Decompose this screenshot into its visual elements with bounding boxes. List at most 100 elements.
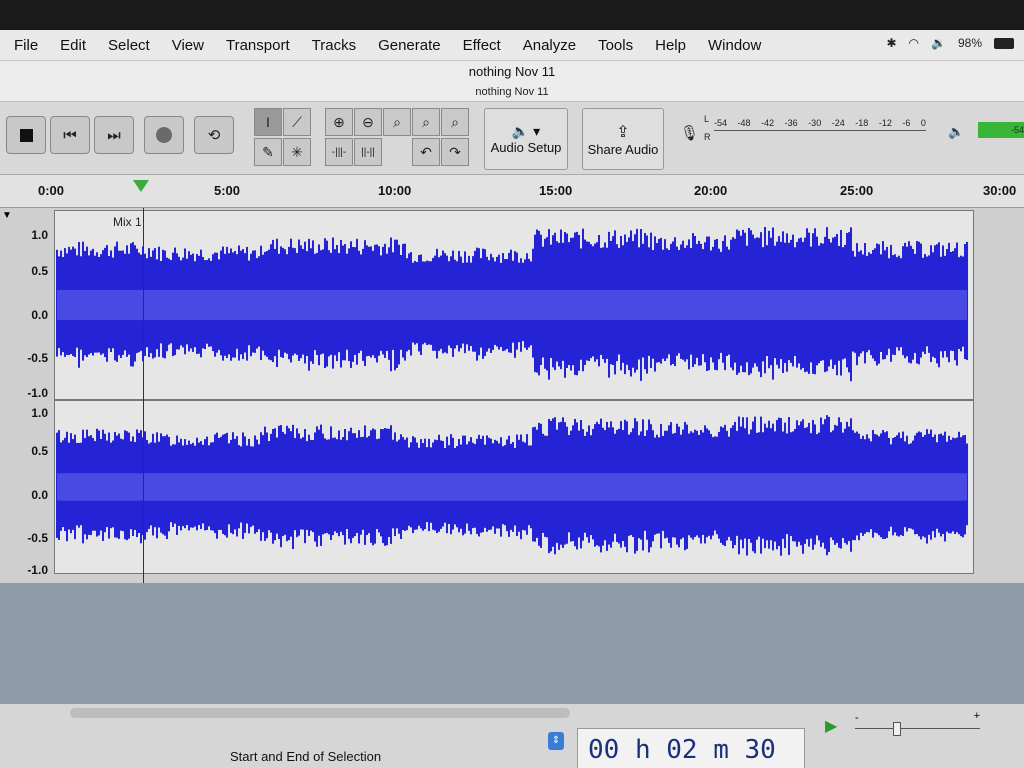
- waveform-channel-left[interactable]: Mix 1: [54, 210, 974, 400]
- skip-end-button[interactable]: ⏭: [94, 116, 134, 154]
- silence-icon: ||-||: [361, 146, 375, 158]
- menu-analyze[interactable]: Analyze: [512, 37, 587, 54]
- slider-max: +: [973, 710, 980, 722]
- menu-view[interactable]: View: [161, 37, 215, 54]
- loop-icon: ⟲: [207, 127, 221, 144]
- ruler-tick: 5:00: [214, 183, 241, 198]
- clip-name[interactable]: Mix 1: [113, 215, 142, 229]
- waveform-rms-band: [57, 473, 967, 501]
- envelope-tool[interactable]: ⟋: [283, 108, 311, 136]
- menu-generate[interactable]: Generate: [367, 37, 452, 54]
- playhead-marker[interactable]: [133, 180, 149, 192]
- redo-button[interactable]: ↷: [441, 138, 469, 166]
- zoom-out-button[interactable]: ⊖: [354, 108, 382, 136]
- undo-button[interactable]: ↶: [412, 138, 440, 166]
- meter-tick: -24: [831, 118, 845, 128]
- toolbar: ⏮ ⏭ ⟲ I ⟋ ✎ ✳ ⊕ ⊖ ⌕ ⌕ ⌕ -|||- ||-|| ↶ ↷ …: [0, 102, 1024, 175]
- axis-label: 0.0: [31, 308, 48, 322]
- menu-window[interactable]: Window: [697, 37, 772, 54]
- zoom-in-icon: ⊕: [333, 113, 345, 130]
- menu-select[interactable]: Select: [97, 37, 161, 54]
- meter-left-label: L: [704, 114, 710, 124]
- horizontal-scrollbar[interactable]: [70, 708, 570, 718]
- waveform-channel-right[interactable]: [54, 400, 974, 574]
- waveform-right: [56, 415, 968, 556]
- vertical-ruler-right: 1.0 0.5 0.0 -0.5 -1.0: [0, 398, 54, 583]
- axis-label: -0.5: [27, 531, 48, 545]
- vertical-ruler-left: 1.0 0.5 0.0 -0.5 -1.0: [0, 208, 54, 400]
- audio-setup-button[interactable]: 🔈 ▾ Audio Setup: [484, 108, 568, 170]
- time-display[interactable]: 00 h 02 m 30 s: [577, 728, 805, 768]
- bluetooth-icon[interactable]: ✱: [886, 36, 896, 50]
- empty-track-space[interactable]: [0, 583, 1024, 703]
- audacity-window: File Edit Select View Transport Tracks G…: [0, 30, 1024, 768]
- meter-tick: -54: [714, 118, 728, 128]
- track-area: ▼ 1.0 0.5 0.0 -0.5 -1.0 1.0 0.5 0.0 -0.5…: [0, 208, 1024, 583]
- stop-button[interactable]: [6, 116, 46, 154]
- undo-icon: ↶: [420, 143, 432, 160]
- trim-button[interactable]: -|||-: [325, 138, 353, 166]
- skip-start-button[interactable]: ⏮: [50, 116, 90, 154]
- menu-file[interactable]: File: [0, 37, 49, 54]
- record-button[interactable]: [144, 116, 184, 154]
- updown-icon: ⇕: [551, 735, 561, 746]
- fit-selection-button[interactable]: ⌕: [383, 108, 411, 136]
- loop-button[interactable]: ⟲: [194, 116, 234, 154]
- multi-tool[interactable]: ✳: [283, 138, 311, 166]
- redo-icon: ↷: [449, 143, 461, 160]
- share-audio-button[interactable]: ⇪ Share Audio: [582, 108, 664, 170]
- menu-tools[interactable]: Tools: [587, 37, 644, 54]
- play-at-speed-button[interactable]: ▶: [825, 716, 845, 736]
- ruler-tick: 0:00: [38, 183, 65, 198]
- wifi-icon[interactable]: ◠: [909, 36, 919, 50]
- menu-help[interactable]: Help: [644, 37, 697, 54]
- axis-label: 0.5: [31, 264, 48, 278]
- menu-tracks[interactable]: Tracks: [301, 37, 367, 54]
- menu-effect[interactable]: Effect: [452, 37, 512, 54]
- play-icon: ▶: [825, 718, 838, 735]
- axis-label: -0.5: [27, 351, 48, 365]
- zoom-selection-icon: ⌕: [393, 113, 401, 130]
- playback-speed-slider[interactable]: - +: [855, 710, 980, 736]
- battery-icon[interactable]: [994, 37, 1014, 49]
- window-title: nothing Nov 11: [468, 64, 556, 79]
- timeline-ruler[interactable]: 0:00 5:00 10:00 15:00 20:00 25:00 30:00: [0, 175, 1024, 208]
- selection-tool[interactable]: I: [254, 108, 282, 136]
- window-subtitle: nothing Nov 11: [475, 86, 549, 98]
- axis-label: 0.5: [31, 444, 48, 458]
- speaker-icon: 🔈 ▾: [511, 123, 541, 139]
- draw-tool[interactable]: ✎: [254, 138, 282, 166]
- fit-project-button[interactable]: ⌕: [412, 108, 440, 136]
- meter-tick: -18: [855, 118, 869, 128]
- axis-label: 1.0: [31, 228, 48, 242]
- meter-tick: -42: [761, 118, 775, 128]
- meter-tick: 0: [920, 118, 926, 128]
- recording-meter[interactable]: -54 -48 -42 -36 -30 -24 -18 -12 -6 0: [714, 118, 926, 131]
- selection-dropdown[interactable]: ⇕: [548, 732, 564, 750]
- playback-meter[interactable]: -54: [978, 122, 1024, 138]
- silence-button[interactable]: ||-||: [354, 138, 382, 166]
- record-icon: [156, 127, 172, 143]
- playback-meter-value: -54: [1010, 125, 1024, 135]
- menu-bar: File Edit Select View Transport Tracks G…: [0, 30, 1024, 61]
- meter-right-label: R: [704, 132, 711, 142]
- envelope-icon: ⟋: [292, 113, 302, 130]
- battery-percent: 98%: [957, 36, 982, 50]
- ruler-tick: 10:00: [378, 183, 412, 198]
- playback-speaker-icon[interactable]: 🔈: [948, 124, 964, 140]
- zoom-in-button[interactable]: ⊕: [325, 108, 353, 136]
- share-icon: ⇪: [616, 123, 630, 141]
- title-bar: nothing Nov 11 nothing Nov 11: [0, 61, 1024, 102]
- ruler-tick: 15:00: [539, 183, 573, 198]
- skip-end-icon: ⏭: [107, 126, 121, 144]
- status-area: ✱ ◠ 🔉 98%: [886, 36, 1014, 50]
- meter-tick: -12: [878, 118, 892, 128]
- slider-thumb[interactable]: [893, 722, 901, 736]
- menu-edit[interactable]: Edit: [49, 37, 97, 54]
- menu-transport[interactable]: Transport: [215, 37, 301, 54]
- microphone-icon[interactable]: 🎙: [680, 124, 699, 142]
- zoom-toggle-button[interactable]: ⌕: [441, 108, 469, 136]
- volume-icon[interactable]: 🔉: [931, 36, 946, 50]
- axis-label: 0.0: [31, 488, 48, 502]
- ruler-tick: 30:00: [983, 183, 1017, 198]
